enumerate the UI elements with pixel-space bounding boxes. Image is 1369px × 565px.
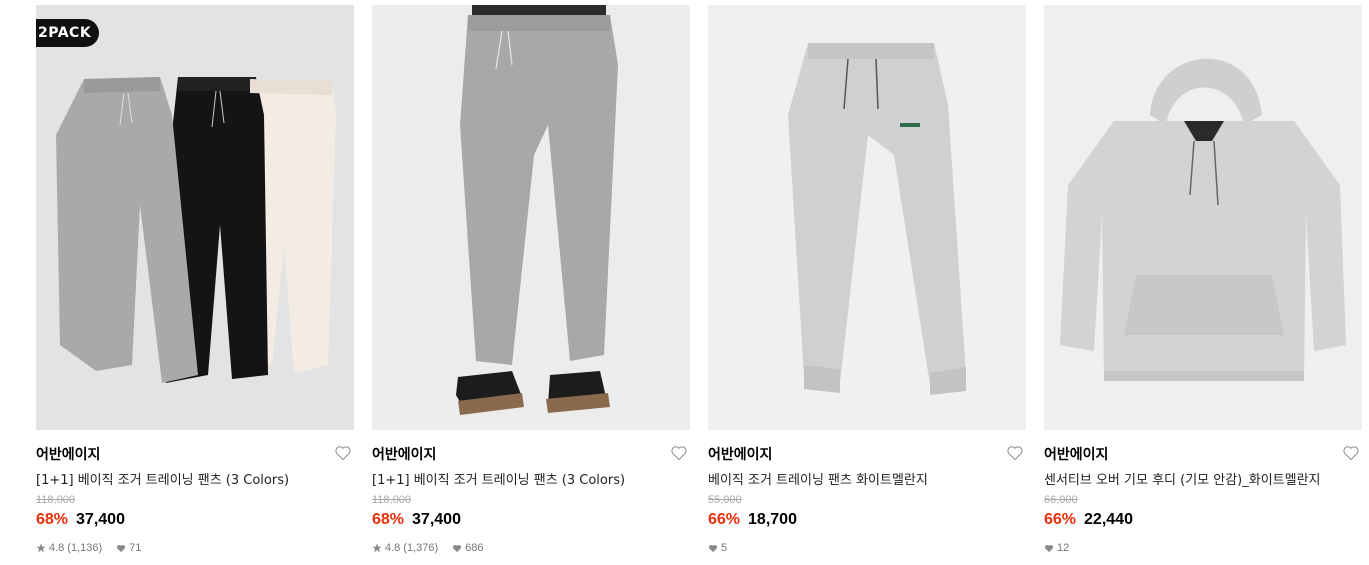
review-count: (1,136) <box>67 542 103 554</box>
price-row: 66% 18,700 <box>708 511 797 529</box>
heart-outline-icon[interactable] <box>1342 445 1360 461</box>
discount-rate: 68% <box>372 511 405 528</box>
sale-price: 22,440 <box>1084 511 1133 528</box>
product-image[interactable] <box>708 5 1026 430</box>
product-card[interactable]: 어반에이지 센서티브 오버 기모 후디 (기모 안감)_화이트멜란지 66,00… <box>1044 0 1362 565</box>
product-image[interactable]: 2PACK <box>36 5 354 430</box>
review-count: (1,376) <box>403 542 439 554</box>
product-meta: 4.8 (1,136) 71 <box>36 542 141 554</box>
product-meta: 4.8 (1,376) 686 <box>372 542 484 554</box>
discount-rate: 66% <box>1044 511 1077 528</box>
brand-name[interactable]: 어반에이지 <box>36 444 100 464</box>
product-meta: 5 <box>708 542 727 554</box>
product-title[interactable]: 센서티브 오버 기모 후디 (기모 안감)_화이트멜란지 <box>1044 469 1321 488</box>
sale-price: 37,400 <box>412 511 461 528</box>
like-count: 71 <box>129 542 142 554</box>
original-price: 118,000 <box>36 494 75 506</box>
brand-name[interactable]: 어반에이지 <box>708 444 772 464</box>
product-card[interactable]: 2PACK 어반에이지 [1+1] 베이직 조거 트레이닝 팬츠 (3 Colo… <box>36 0 354 565</box>
price-row: 68% 37,400 <box>372 511 461 529</box>
like-count: 12 <box>1057 542 1070 554</box>
rating: 4.8 <box>49 542 65 554</box>
pack-badge: 2PACK <box>36 19 100 47</box>
price-row: 66% 22,440 <box>1044 511 1133 529</box>
product-meta: 12 <box>1044 542 1069 554</box>
heart-filled-icon <box>709 544 717 552</box>
sale-price: 37,400 <box>76 511 125 528</box>
heart-filled-icon <box>1045 544 1053 552</box>
like-count: 5 <box>721 542 728 554</box>
product-title[interactable]: [1+1] 베이직 조거 트레이닝 팬츠 (3 Colors) <box>36 469 289 488</box>
product-image[interactable] <box>1044 5 1362 430</box>
product-title[interactable]: 베이직 조거 트레이닝 팬츠 화이트멜란지 <box>708 469 928 488</box>
product-card[interactable]: 어반에이지 베이직 조거 트레이닝 팬츠 화이트멜란지 55,000 66% 18… <box>708 0 1026 565</box>
brand-name[interactable]: 어반에이지 <box>372 444 436 464</box>
like-count: 686 <box>465 542 484 554</box>
original-price: 55,000 <box>708 494 742 506</box>
product-card[interactable]: 어반에이지 [1+1] 베이직 조거 트레이닝 팬츠 (3 Colors) 11… <box>372 0 690 565</box>
original-price: 118,000 <box>372 494 411 506</box>
sale-price: 18,700 <box>748 511 797 528</box>
original-price: 66,000 <box>1044 494 1078 506</box>
product-image[interactable] <box>372 5 690 430</box>
heart-outline-icon[interactable] <box>670 445 688 461</box>
star-icon <box>36 543 46 553</box>
product-grid: 2PACK 어반에이지 [1+1] 베이직 조거 트레이닝 팬츠 (3 Colo… <box>0 0 1369 565</box>
brand-name[interactable]: 어반에이지 <box>1044 444 1108 464</box>
discount-rate: 68% <box>36 511 69 528</box>
heart-outline-icon[interactable] <box>1006 445 1024 461</box>
heart-filled-icon <box>453 544 462 552</box>
product-title[interactable]: [1+1] 베이직 조거 트레이닝 팬츠 (3 Colors) <box>372 469 625 488</box>
price-row: 68% 37,400 <box>36 511 125 529</box>
discount-rate: 66% <box>708 511 741 528</box>
star-icon <box>372 543 382 553</box>
heart-outline-icon[interactable] <box>334 445 352 461</box>
rating: 4.8 <box>385 542 401 554</box>
heart-filled-icon <box>117 544 126 552</box>
